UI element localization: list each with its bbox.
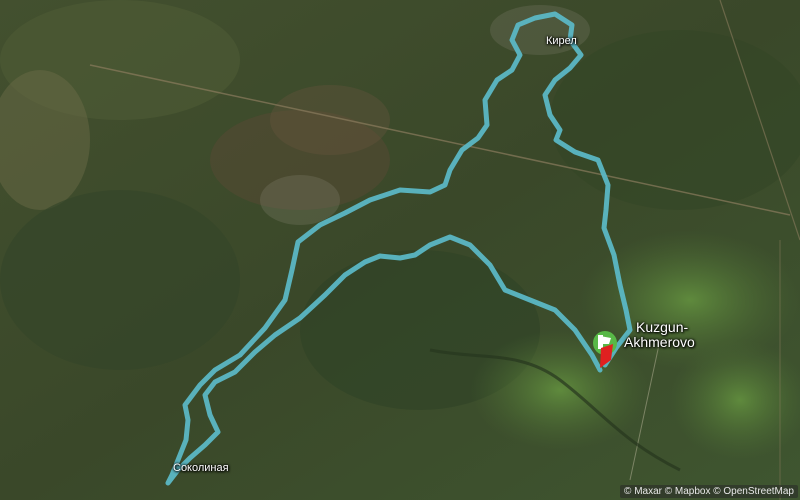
map-attribution[interactable]: © Maxar © Mapbox © OpenStreetMap [620, 485, 798, 498]
satellite-imagery [0, 0, 800, 500]
place-label-sokolinaya: Соколиная [173, 462, 229, 474]
place-label-kuzgun-line1: Kuzgun- [636, 319, 689, 335]
map-view[interactable]: Кирел Соколиная Kuzgun- Akhmerovo © Maxa… [0, 0, 800, 500]
place-label-kirel: Кирел [546, 35, 577, 47]
place-label-kuzgun-line2: Akhmerovo [624, 334, 695, 350]
place-label-kuzgun: Kuzgun- Akhmerovo [624, 319, 695, 350]
